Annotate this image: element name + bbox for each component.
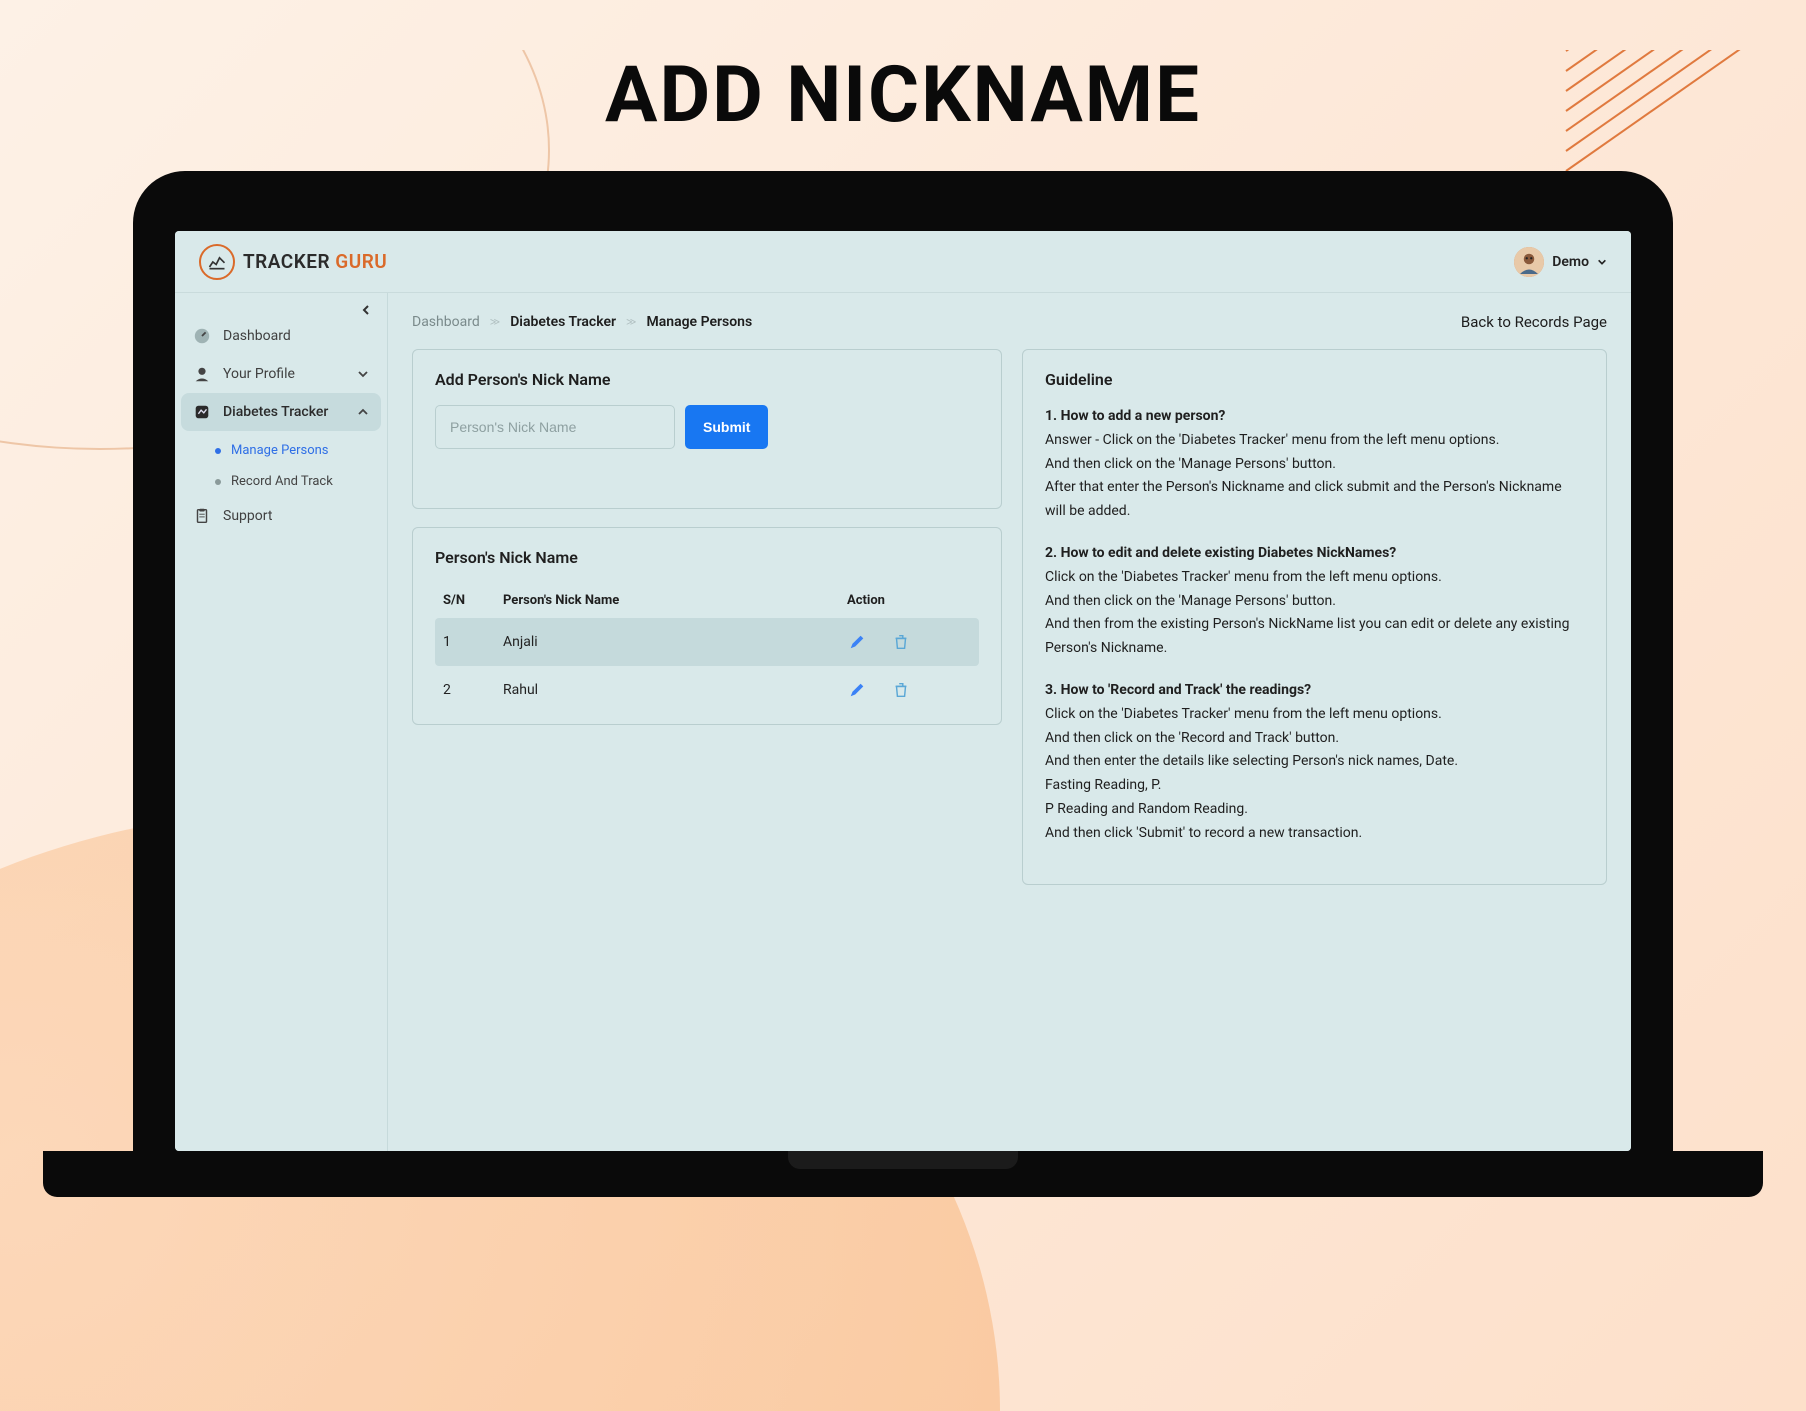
guideline-text: Fasting Reading, P. (1045, 774, 1584, 798)
guideline-q2: 2. How to edit and delete existing Diabe… (1045, 542, 1584, 566)
sidebar-item-dashboard[interactable]: Dashboard (175, 317, 387, 355)
gauge-icon (193, 327, 211, 345)
guideline-text: And then click on the 'Manage Persons' b… (1045, 590, 1584, 614)
sidebar-item-label: Your Profile (223, 366, 295, 382)
cell-sn: 2 (435, 666, 495, 714)
app-header: TRACKER GURU Demo (175, 231, 1631, 293)
sidebar-subnav: Manage Persons Record And Track (175, 435, 387, 497)
sidebar: Dashboard Your Profile Diabetes Tracker (175, 293, 388, 1151)
nickname-list-card: Person's Nick Name S/N Person's Nick Nam… (412, 527, 1002, 725)
back-to-records-link[interactable]: Back to Records Page (1461, 313, 1607, 331)
content-area: Dashboard ≫ Diabetes Tracker ≫ Manage Pe… (388, 293, 1631, 1151)
sidebar-collapse-button[interactable] (357, 301, 375, 319)
nickname-table: S/N Person's Nick Name Action 1 (435, 583, 979, 714)
logo[interactable]: TRACKER GURU (199, 244, 387, 280)
guideline-text: And then click 'Submit' to record a new … (1045, 822, 1584, 846)
breadcrumb-separator-icon: ≫ (490, 317, 500, 328)
subnav-label: Record And Track (231, 474, 333, 489)
edit-button[interactable] (847, 680, 867, 700)
cell-action (839, 666, 979, 714)
table-row: 1 Anjali (435, 618, 979, 666)
table-row: 2 Rahul (435, 666, 979, 714)
chevron-up-icon (357, 406, 369, 418)
submit-button[interactable]: Submit (685, 405, 768, 449)
logo-text: TRACKER GURU (243, 250, 387, 273)
guideline-text: And then click on the 'Record and Track'… (1045, 727, 1584, 751)
col-sn: S/N (435, 583, 495, 618)
card-title: Person's Nick Name (435, 548, 979, 567)
cell-sn: 1 (435, 618, 495, 666)
user-menu[interactable]: Demo (1514, 247, 1607, 277)
sidebar-item-profile[interactable]: Your Profile (175, 355, 387, 393)
cell-action (839, 618, 979, 666)
nickname-input[interactable] (435, 405, 675, 449)
breadcrumb: Dashboard ≫ Diabetes Tracker ≫ Manage Pe… (412, 314, 752, 330)
guideline-text: Click on the 'Diabetes Tracker' menu fro… (1045, 703, 1584, 727)
col-action: Action (839, 583, 979, 618)
subnav-manage-persons[interactable]: Manage Persons (197, 435, 387, 466)
guideline-text: P Reading and Random Reading. (1045, 798, 1584, 822)
laptop-frame: TRACKER GURU Demo (133, 171, 1673, 1197)
col-name: Person's Nick Name (495, 583, 839, 618)
card-title: Add Person's Nick Name (435, 370, 979, 389)
sidebar-item-label: Dashboard (223, 328, 291, 344)
bullet-icon (215, 448, 221, 454)
avatar (1514, 247, 1544, 277)
cell-name: Rahul (495, 666, 839, 714)
crumb-manage-persons: Manage Persons (646, 314, 752, 330)
guideline-text: After that enter the Person's Nickname a… (1045, 476, 1584, 524)
guideline-q3: 3. How to 'Record and Track' the reading… (1045, 679, 1584, 703)
guideline-text: Answer - Click on the 'Diabetes Tracker'… (1045, 429, 1584, 453)
user-icon (193, 365, 211, 383)
guideline-text: And then enter the details like selectin… (1045, 750, 1584, 774)
cell-name: Anjali (495, 618, 839, 666)
user-name-label: Demo (1552, 254, 1589, 270)
sidebar-item-label: Support (223, 508, 272, 524)
laptop-base (43, 1151, 1763, 1197)
subnav-label: Manage Persons (231, 443, 329, 458)
card-title: Guideline (1045, 370, 1584, 389)
delete-button[interactable] (891, 632, 911, 652)
guideline-text: And then from the existing Person's Nick… (1045, 613, 1584, 661)
laptop-notch (788, 1151, 1018, 1169)
bullet-icon (215, 479, 221, 485)
clipboard-icon (193, 507, 211, 525)
add-nickname-card: Add Person's Nick Name Submit (412, 349, 1002, 509)
delete-button[interactable] (891, 680, 911, 700)
edit-button[interactable] (847, 632, 867, 652)
content-topbar: Dashboard ≫ Diabetes Tracker ≫ Manage Pe… (412, 313, 1607, 331)
pencil-icon (848, 681, 866, 699)
crumb-dashboard[interactable]: Dashboard (412, 314, 480, 330)
sidebar-item-support[interactable]: Support (175, 497, 387, 535)
guideline-text: And then click on the 'Manage Persons' b… (1045, 453, 1584, 477)
pencil-icon (848, 633, 866, 651)
chevron-down-icon (357, 368, 369, 380)
crumb-diabetes-tracker[interactable]: Diabetes Tracker (510, 314, 616, 330)
guideline-text: Click on the 'Diabetes Tracker' menu fro… (1045, 566, 1584, 590)
chevron-down-icon (1597, 257, 1607, 267)
chevron-left-icon (360, 304, 372, 316)
guideline-q1: 1. How to add a new person? (1045, 405, 1584, 429)
logo-icon (199, 244, 235, 280)
page-title: ADD NICKNAME (0, 50, 1806, 141)
tracker-icon (193, 403, 211, 421)
subnav-record-and-track[interactable]: Record And Track (197, 466, 387, 497)
sidebar-item-diabetes-tracker[interactable]: Diabetes Tracker (181, 393, 381, 431)
guideline-card: Guideline 1. How to add a new person? An… (1022, 349, 1607, 885)
sidebar-item-label: Diabetes Tracker (223, 404, 328, 420)
trash-icon (892, 681, 910, 699)
trash-icon (892, 633, 910, 651)
breadcrumb-separator-icon: ≫ (626, 317, 636, 328)
